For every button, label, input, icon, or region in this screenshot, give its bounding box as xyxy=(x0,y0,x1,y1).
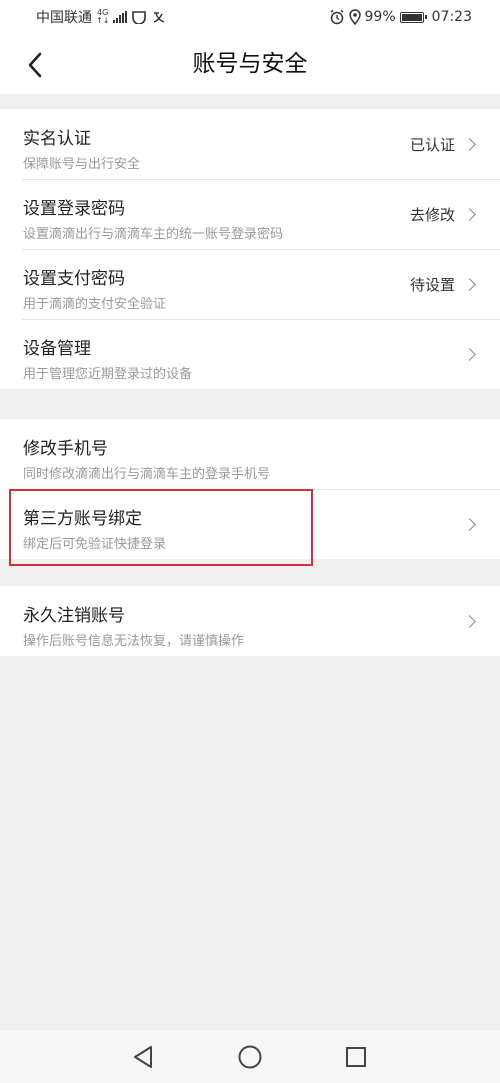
chevron-right-icon xyxy=(463,347,476,361)
row-title: 修改手机号 xyxy=(23,439,108,459)
row-title: 设置登录密码 xyxy=(23,199,125,219)
square-recents-icon xyxy=(346,1047,366,1067)
clock: 07:23 xyxy=(431,9,472,25)
chevron-right-icon xyxy=(463,614,476,628)
row-trailing xyxy=(463,586,476,656)
chevron-right-icon xyxy=(463,277,476,291)
login-password-row[interactable]: 设置登录密码 设置滴滴出行与滴滴车主的统一账号登录密码 去修改 xyxy=(0,179,500,249)
chevron-right-icon xyxy=(463,207,476,221)
row-trailing: 待设置 xyxy=(409,249,476,319)
device-management-row[interactable]: 设备管理 用于管理您近期登录过的设备 xyxy=(0,319,500,389)
row-subtitle: 保障账号与出行安全 xyxy=(23,157,141,172)
row-value: 去修改 xyxy=(409,205,455,224)
app-notification-icon xyxy=(132,11,147,24)
nav-recents-button[interactable] xyxy=(341,1042,371,1072)
account-deletion-group: 永久注销账号 操作后账号信息无法恢复，请谨慎操作 xyxy=(0,586,500,656)
battery-percent: 99% xyxy=(364,9,396,25)
chevron-right-icon xyxy=(463,517,476,531)
row-title: 永久注销账号 xyxy=(23,606,125,626)
status-bar-right: 99% 07:23 xyxy=(329,9,472,25)
signal-icon xyxy=(113,11,128,23)
row-subtitle: 操作后账号信息无法恢复，请谨慎操作 xyxy=(23,634,245,649)
security-settings-group: 实名认证 保障账号与出行安全 已认证 设置登录密码 设置滴滴出行与滴滴车主的统一… xyxy=(0,109,500,389)
row-trailing xyxy=(463,489,476,559)
location-icon xyxy=(348,9,361,25)
carrier-name: 中国联通 xyxy=(36,10,92,26)
status-bar-left: 中国联通 4G ↑↓ xyxy=(36,7,167,27)
nav-back-button[interactable] xyxy=(128,1042,158,1072)
circle-home-icon xyxy=(238,1045,262,1069)
payment-password-row[interactable]: 设置支付密码 用于滴滴的支付安全验证 待设置 xyxy=(0,249,500,319)
row-title: 设置支付密码 xyxy=(23,269,125,289)
status-bar: 中国联通 4G ↑↓ 99% 07:23 xyxy=(0,0,500,34)
row-subtitle: 用于管理您近期登录过的设备 xyxy=(23,367,193,382)
delete-account-row[interactable]: 永久注销账号 操作后账号信息无法恢复，请谨慎操作 xyxy=(0,586,500,656)
system-nav-bar xyxy=(0,1030,500,1083)
page-title: 账号与安全 xyxy=(192,51,308,77)
real-name-verification-row[interactable]: 实名认证 保障账号与出行安全 已认证 xyxy=(0,109,500,179)
row-trailing: 去修改 xyxy=(409,179,476,249)
row-value: 已认证 xyxy=(409,135,455,154)
row-subtitle: 同时修改滴滴出行与滴滴车主的登录手机号 xyxy=(23,467,271,482)
row-trailing: 已认证 xyxy=(409,109,476,179)
network-activity: ↑↓ xyxy=(96,16,110,25)
alarm-icon xyxy=(330,9,343,25)
row-trailing xyxy=(463,319,476,389)
nav-header: 账号与安全 xyxy=(0,34,500,94)
messenger-notification-icon xyxy=(154,12,165,23)
row-subtitle: 用于滴滴的支付安全验证 xyxy=(23,297,167,312)
change-phone-row[interactable]: 修改手机号 同时修改滴滴出行与滴滴车主的登录手机号 xyxy=(0,419,500,489)
chevron-right-icon xyxy=(463,137,476,151)
nav-home-button[interactable] xyxy=(235,1042,265,1072)
row-title: 实名认证 xyxy=(23,129,91,149)
battery-icon xyxy=(399,11,427,23)
row-subtitle: 设置滴滴出行与滴滴车主的统一账号登录密码 xyxy=(23,227,284,242)
row-value: 待设置 xyxy=(409,275,455,294)
triangle-back-icon xyxy=(134,1046,152,1068)
row-title: 设备管理 xyxy=(23,339,91,359)
network-type: 4G ↑↓ xyxy=(96,9,109,25)
highlight-box xyxy=(9,489,313,566)
